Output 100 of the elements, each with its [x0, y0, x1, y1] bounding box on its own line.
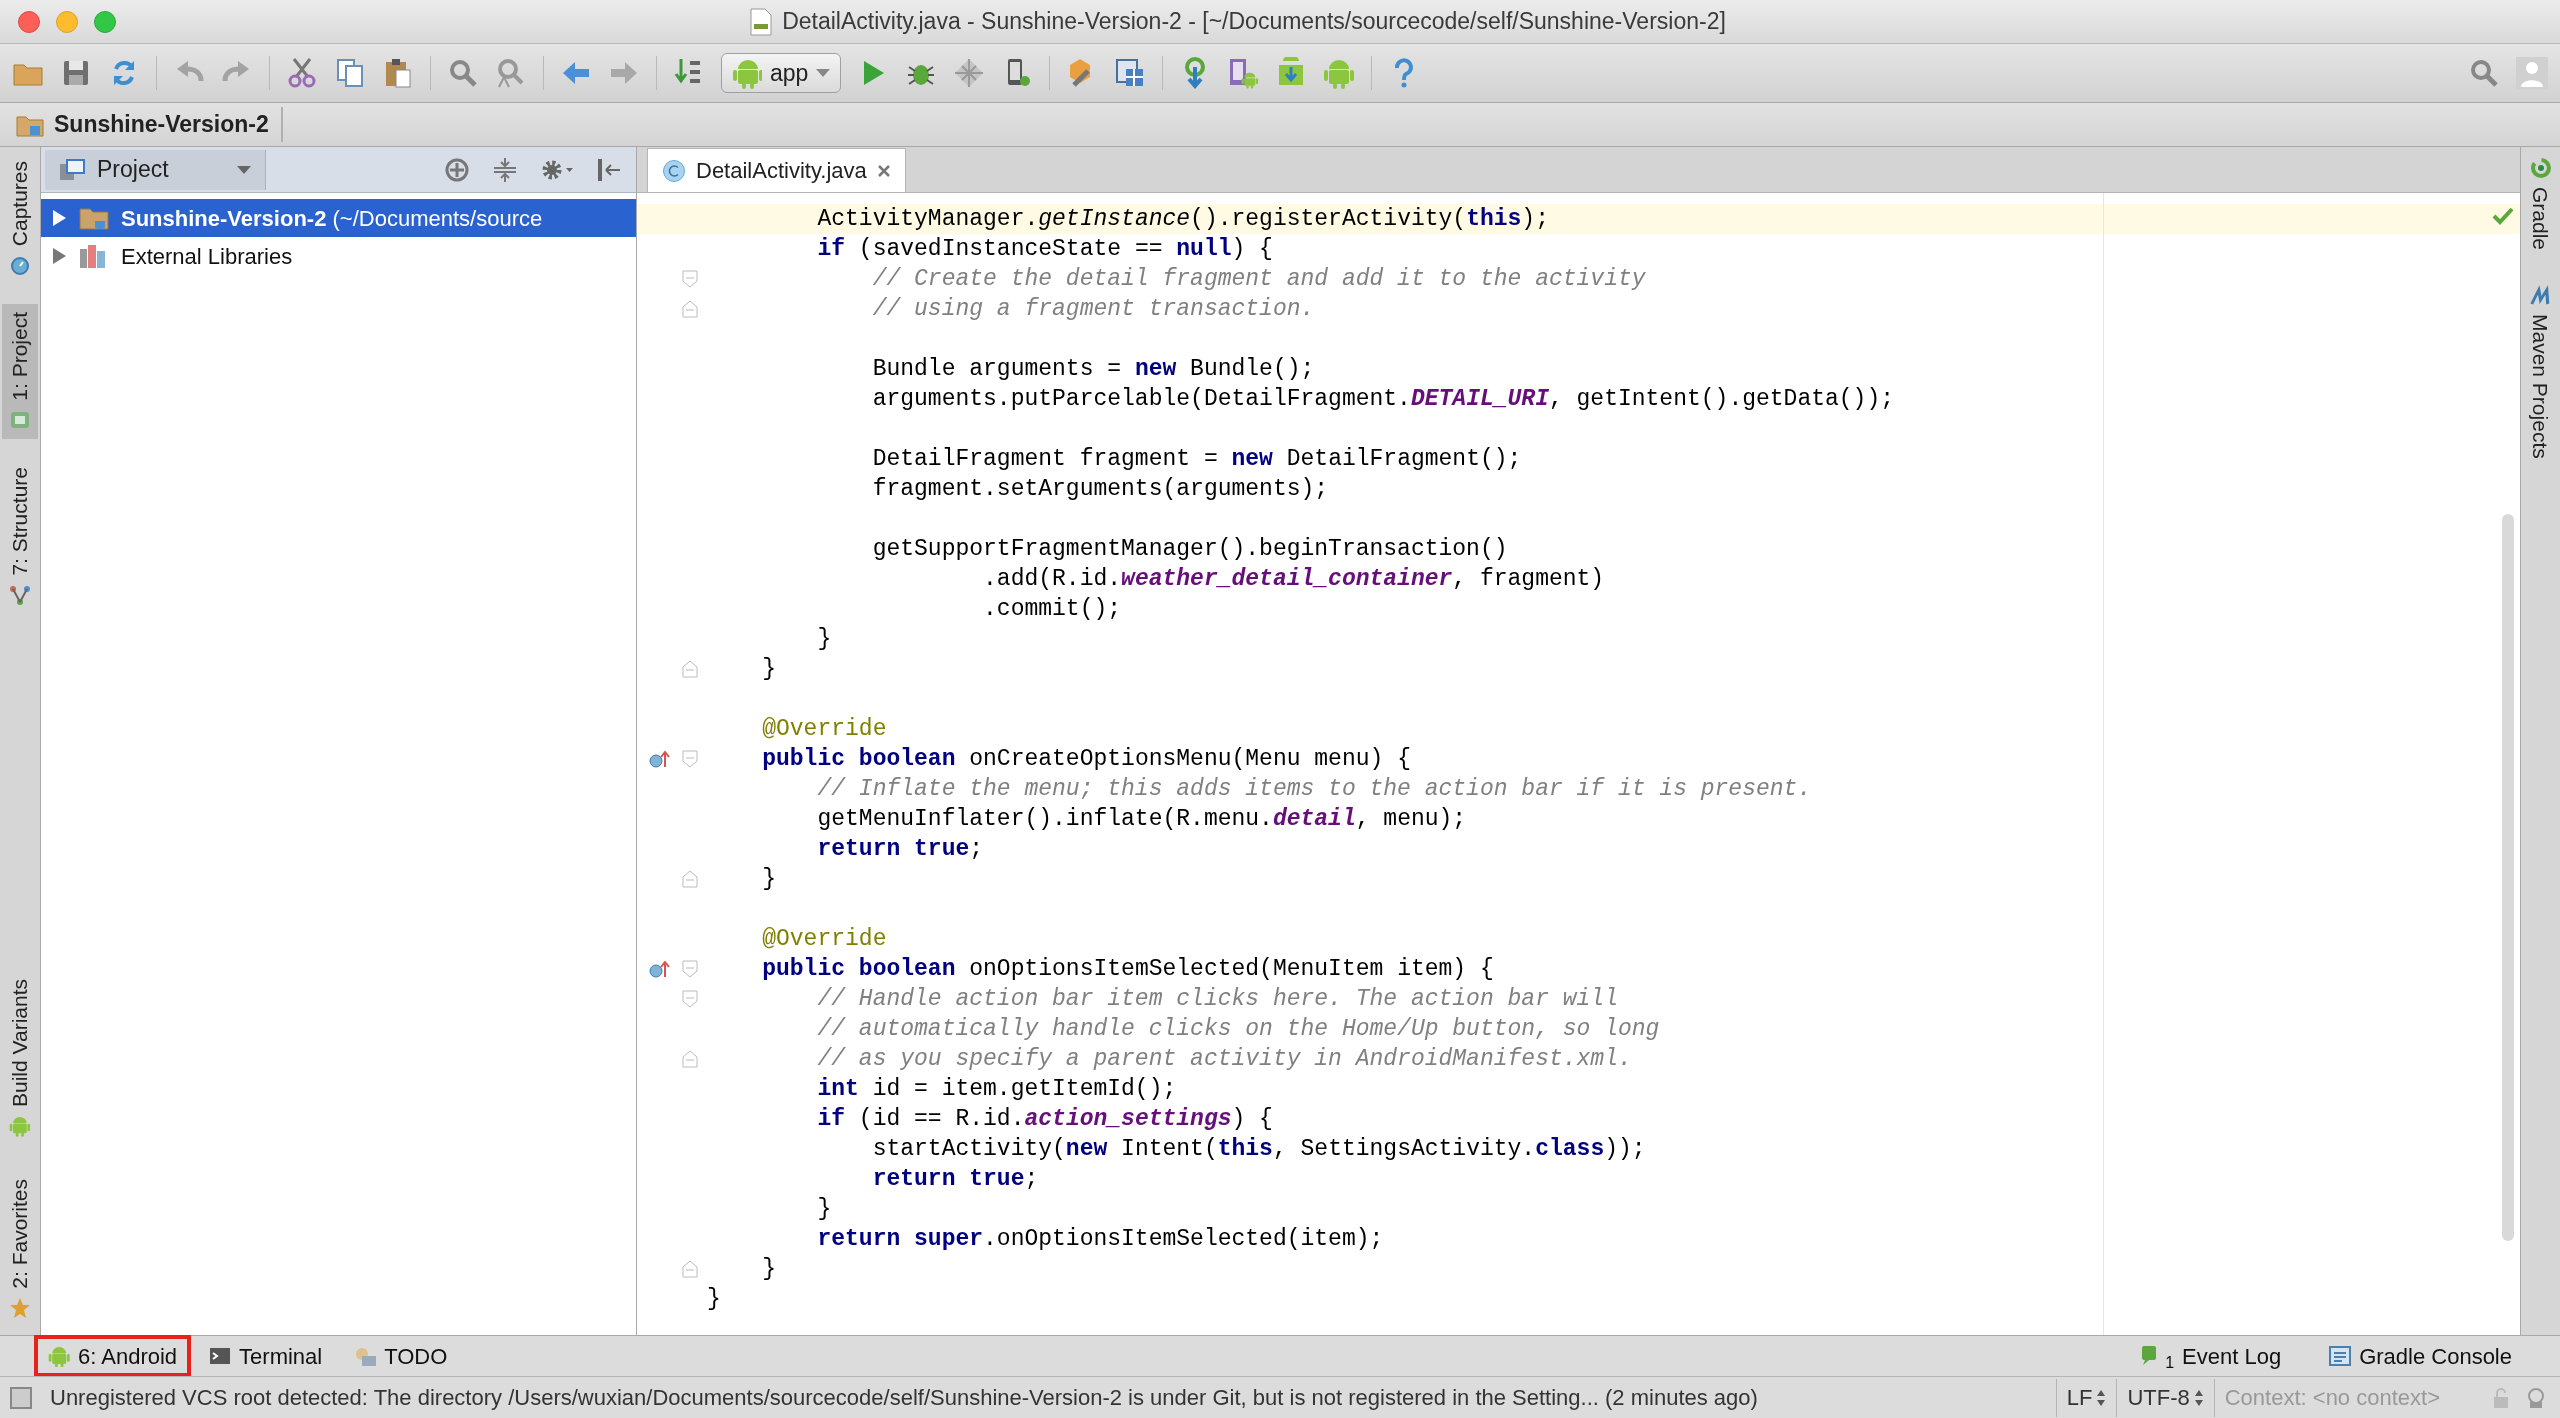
scissors-icon[interactable] — [286, 57, 318, 89]
code-line: getMenuInflater().inflate(R.menu.detail, menu); — [816, 805, 1467, 834]
unfold-icon[interactable] — [682, 1050, 698, 1068]
override-icon[interactable] — [649, 749, 671, 769]
fold-icon[interactable] — [682, 750, 698, 768]
caret-icon — [816, 69, 831, 77]
collapsed-arrow-icon — [51, 209, 67, 227]
console-icon — [2329, 1345, 2352, 1367]
grid-icon[interactable] — [953, 57, 986, 89]
tree-item[interactable]: External Libraries — [41, 237, 636, 275]
tool-window-button[interactable]: Gradle Console — [2317, 1337, 2524, 1375]
code-line: return true; — [871, 1165, 1039, 1194]
code-line: if (savedInstanceState == null) { — [816, 235, 1273, 264]
code-line: } — [761, 1255, 776, 1284]
code-line: arguments.putParcelable(DetailFragment.DETAIL_URI, getIntent().getData()); — [871, 385, 1894, 414]
device-manager-icon[interactable] — [1227, 57, 1260, 89]
star-icon — [9, 1297, 31, 1319]
code-line: } — [816, 625, 832, 654]
code-line: } — [761, 865, 776, 894]
tool-window-tab[interactable]: Gradle — [2522, 157, 2559, 251]
zoom-window-button[interactable] — [94, 10, 116, 33]
code-line: .commit(); — [982, 595, 1122, 624]
search-icon[interactable] — [447, 57, 479, 89]
fold-icon[interactable] — [682, 960, 698, 978]
editor-tab[interactable]: DetailActivity.java — [647, 148, 906, 192]
window-icon — [59, 158, 85, 181]
fold-icon[interactable] — [682, 270, 698, 288]
unfold-icon[interactable] — [682, 870, 698, 888]
code-line: int id = item.getItemId(); — [816, 1075, 1177, 1104]
collapsed-arrow-icon — [51, 247, 67, 265]
caret-icon — [237, 165, 251, 174]
tool-window-button[interactable]: Terminal — [197, 1337, 335, 1375]
tool-window-button[interactable]: TODO — [342, 1337, 460, 1375]
tree-item[interactable]: Sunshine-Version-2 (~/Documents/source — [41, 199, 636, 237]
panel-toggle-icon[interactable] — [10, 1386, 32, 1409]
tool-window-tab[interactable]: 1: Project — [2, 304, 38, 439]
gradle-icon — [2529, 157, 2552, 179]
terminal-icon — [209, 1345, 232, 1367]
folder-icon — [79, 205, 109, 231]
close-window-button[interactable] — [18, 10, 40, 33]
updown-icon — [2096, 1388, 2107, 1407]
maven-icon — [2529, 284, 2552, 307]
android-icon — [48, 1345, 70, 1367]
code-line: getSupportFragmentManager().beginTransaction() — [871, 535, 1508, 564]
code-line: public boolean onCreateOptionsMenu(Menu menu) { — [761, 745, 1411, 774]
tool-window-tab[interactable]: 2: Favorites — [2, 1171, 38, 1327]
line-separator-selector[interactable]: LF — [2066, 1381, 2093, 1414]
tool-window-button[interactable]: 1 Event Log — [2129, 1337, 2294, 1375]
unfold-icon[interactable] — [682, 1260, 698, 1278]
minimize-window-button[interactable] — [56, 10, 78, 33]
unfold-icon[interactable] — [682, 300, 698, 318]
structure-icon — [9, 583, 31, 606]
tool-window-tab[interactable]: Captures — [2, 153, 38, 285]
code-line: return super.onOptionsItemSelected(item); — [816, 1225, 1384, 1254]
crosshair-icon[interactable] — [444, 156, 470, 183]
code-line: public boolean onOptionsItemSelected(MenuItem item) { — [761, 955, 1494, 984]
status-message: Unregistered VCS root detected: The directory /Users/wuxian/Documents/sourcecode/self/Sunshine-Version-2 is under Git, but is not registered in the Setting... (2 minutes ago) — [50, 1384, 1759, 1412]
code-line: @Override — [761, 715, 887, 744]
close-icon[interactable] — [876, 163, 891, 178]
copy-icon[interactable] — [334, 57, 366, 89]
window-title: DetailActivity.java - Sunshine-Version-2 - [~/Documents/sourcecode/self/Sunshine-Version-2] — [782, 7, 1726, 37]
class-icon — [662, 158, 686, 183]
unfold-icon[interactable] — [682, 660, 698, 678]
code-line: DetailFragment fragment = new DetailFragment(); — [871, 445, 1522, 474]
code-line: // Create the detail fragment and add it to the activity — [871, 265, 1646, 294]
scrollbar[interactable] — [2502, 514, 2514, 1241]
breadcrumb[interactable]: Sunshine-Version-2 — [16, 107, 283, 142]
code-line: @Override — [761, 925, 887, 954]
tool-window-tab[interactable]: Maven Projects — [2522, 284, 2559, 459]
code-line: return true; — [816, 835, 984, 864]
pin-icon[interactable] — [596, 156, 622, 183]
code-line: } — [761, 655, 776, 684]
android-icon — [9, 1115, 31, 1138]
view-selector[interactable]: Project — [45, 149, 266, 190]
file-icon — [750, 7, 773, 36]
code-line: .add(R.id.weather_detail_container, fragment) — [982, 565, 1605, 594]
android-icon — [732, 57, 762, 89]
code-line: Bundle arguments = new Bundle(); — [871, 355, 1315, 384]
code-line: ActivityManager.getInstance().registerActivity(this); — [816, 205, 1549, 234]
fold-icon[interactable] — [682, 990, 698, 1008]
code-line: // using a fragment transaction. — [871, 295, 1315, 324]
code-line: } — [816, 1195, 832, 1224]
code-line: // automatically handle clicks on the Home/Up button, so long — [816, 1015, 1660, 1044]
android-icon[interactable] — [1323, 57, 1356, 89]
override-icon[interactable] — [649, 959, 671, 979]
code-line: } — [707, 1285, 721, 1314]
search-icon[interactable] — [2468, 57, 2500, 89]
captures-icon — [9, 254, 31, 277]
tool-window-tab[interactable]: 7: Structure — [2, 458, 38, 614]
check-icon — [2492, 207, 2514, 225]
tool-window-tab[interactable]: Build Variants — [2, 971, 38, 1146]
collapse-icon[interactable] — [492, 156, 518, 183]
code-line: // Handle action bar item clicks here. The action bar will — [816, 985, 1618, 1014]
updown-icon — [2193, 1388, 2204, 1407]
run-configuration-dropdown[interactable]: app — [721, 53, 842, 93]
user-icon[interactable] — [2516, 57, 2548, 89]
code-line: // Inflate the menu; this adds items to the action bar if it is present. — [816, 775, 1812, 804]
encoding-selector[interactable]: UTF-8 — [2127, 1381, 2190, 1414]
code-line: // as you specify a parent activity in AndroidManifest.xml. — [816, 1045, 1632, 1074]
tool-window-button[interactable]: 6: Android — [36, 1337, 190, 1375]
